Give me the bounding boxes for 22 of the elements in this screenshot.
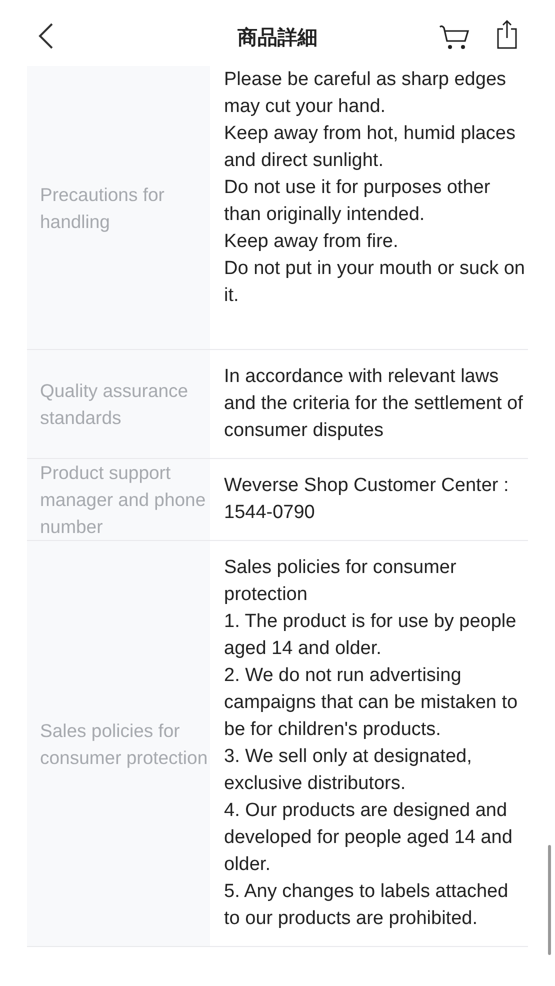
value-text: In accordance with relevant laws and the criteria for the settlement of consumer disputes [224, 365, 524, 443]
row-label: Sales policies for consumer protection [40, 718, 208, 770]
value-text: 3. We sell only at designated, exclusive distributors. [224, 745, 473, 796]
value-text: Sales policies for consumer protection [224, 556, 458, 607]
value-text: Keep away from fire. [224, 230, 400, 254]
value-text: Keep away from hot, humid places and direct sunlight. [224, 122, 516, 173]
value-text: Weverse Shop Customer Center : 1544-0790 [224, 474, 510, 525]
value-text: Do not use it for purposes other than originally intended. [224, 176, 492, 227]
value-text: 4. Our products are designed and developed for people aged 14 and older. [224, 799, 514, 877]
share-icon[interactable] [496, 19, 518, 49]
row-label: Product support manager and phone number [40, 461, 207, 539]
back-icon[interactable] [38, 22, 54, 50]
value-text: Do not put in your mouth or suck on it. [224, 257, 526, 308]
page-title: 商品詳細 [238, 26, 318, 51]
row-label: Precautions for handling [40, 182, 166, 234]
cart-icon[interactable] [438, 24, 470, 52]
value-text: 5. Any changes to labels attached to our products are prohibited. [224, 880, 510, 931]
row-label: Quality assurance standards [40, 379, 190, 430]
value-text: 1. The product is for use by people aged 14 and older. [224, 610, 518, 661]
scrollbar[interactable] [548, 845, 551, 955]
value-text: 2. We do not run advertising campaigns that can be mistaken to be for children's products. [224, 664, 519, 742]
value-text: Please be careful as sharp edges may cut your hand. [224, 68, 508, 119]
